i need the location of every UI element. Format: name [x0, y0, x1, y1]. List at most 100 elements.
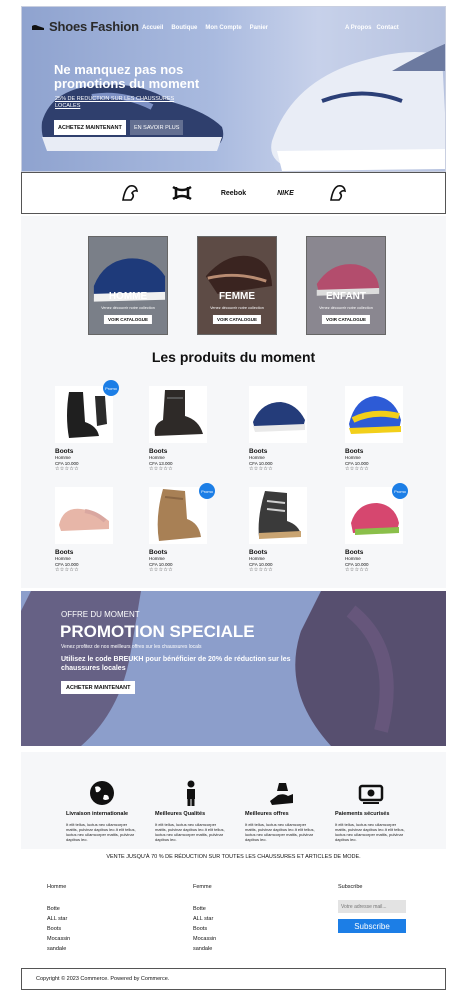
product-card[interactable]: Boots Homme CFA 10.000 ☆☆☆☆☆	[149, 487, 211, 573]
product-rating-stars: ☆☆☆☆☆	[55, 567, 79, 573]
nav-link-a-propos[interactable]: A Propos	[345, 25, 371, 31]
feature-text: It elit tellus, luctus nec ullamcorper m…	[335, 822, 405, 842]
product-name: Boots	[249, 549, 268, 556]
category-card-homme[interactable]: HOMME Venez découvrir notre collection V…	[88, 236, 168, 335]
product-image-black-boot	[55, 386, 113, 443]
promo-badge: Promo	[199, 483, 215, 499]
promo-title: PROMOTION SPECIALE	[60, 622, 255, 641]
nav-link-panier[interactable]: Panier	[250, 25, 268, 31]
product-image-suede-boot	[149, 487, 207, 544]
hero-sneaker-white-image	[271, 43, 445, 171]
footer-link[interactable]: Botte	[193, 904, 216, 914]
footer-link[interactable]: Boots	[47, 924, 70, 934]
feature-livraison: Livraison internationale It elit tellus,…	[66, 779, 138, 842]
footer-link[interactable]: sandale	[193, 944, 216, 954]
brand-logo-reebok[interactable]: Reebok	[217, 181, 251, 205]
nav-link-mon-compte[interactable]: Mon Compte	[205, 25, 241, 31]
footer-heading: Subscribe	[338, 884, 363, 890]
product-image-blue-sneaker	[249, 386, 307, 443]
product-card[interactable]: Boots Homme CFA 10.000 ☆☆☆☆☆	[345, 386, 407, 472]
feature-title: Meilleures Qualités	[155, 811, 206, 817]
product-card[interactable]: Boots Homme CFA 10.000 ☆☆☆☆☆	[55, 487, 117, 573]
category-card-enfant[interactable]: ENFANT Venez découvrir notre collection …	[306, 236, 386, 335]
shoe-logo-icon	[32, 24, 44, 30]
copyright-bar: Copyright © 2023 Commerce. Powered by Co…	[21, 968, 446, 990]
feature-title: Paiements sécurisés	[335, 811, 390, 817]
brand-logo-le-coq-sportif[interactable]	[113, 181, 147, 205]
footer-link[interactable]: Mocassin	[193, 934, 216, 944]
deal-announcement: VENTE JUSQU'À 70 % DE RÉDUCTION SUR TOUT…	[106, 854, 361, 860]
promo-buy-button[interactable]: ACHETER MAINTENANT	[61, 681, 136, 694]
promo-badge: Promo	[392, 483, 408, 499]
logo-text: Shoes Fashion	[49, 19, 139, 34]
feature-title: Meilleures offres	[245, 811, 289, 817]
hand-money-icon	[270, 783, 293, 805]
top-nav: Shoes Fashion Accueil Boutique Mon Compt…	[22, 7, 445, 47]
product-image-pink-shoe	[55, 487, 113, 544]
product-name: Boots	[55, 549, 74, 556]
footer-link[interactable]: Mocassin	[47, 934, 70, 944]
feature-offres: Meilleures offres It elit tellus, luctus…	[245, 779, 317, 842]
promo-kicker: OFFRE DU MOMENT	[61, 610, 140, 619]
category-femme-desc: Venez découvrir notre collection	[210, 306, 264, 310]
nav-link-contact[interactable]: Contact	[376, 25, 398, 31]
category-femme-button[interactable]: VOIR CATALOGUE	[212, 315, 262, 324]
promo-code-text: Utilisez le code BREUKH pour bénéficier …	[61, 656, 291, 672]
feature-text: It elit tellus, luctus nec ullamcorper m…	[155, 822, 225, 842]
footer-link[interactable]: ALL star	[47, 914, 70, 924]
footer-col-femme: Femme Botte ALL star Boots Mocassin sand…	[193, 884, 216, 954]
product-name: Boots	[345, 549, 364, 556]
product-name: Boots	[249, 448, 268, 455]
footer-link[interactable]: Boots	[193, 924, 216, 934]
product-rating-stars: ☆☆☆☆☆	[149, 466, 173, 472]
nav-link-accueil[interactable]: Accueil	[142, 25, 163, 31]
product-name: Boots	[149, 448, 168, 455]
promo-badge: Promo	[103, 380, 119, 396]
products-section-title: Les produits du moment	[151, 349, 316, 365]
product-card[interactable]: Boots Homme CFA 10.000 ☆☆☆☆☆	[249, 487, 311, 573]
hero-more-button[interactable]: EN SAVOIR PLUS	[130, 120, 184, 135]
category-homme-button[interactable]: VOIR CATALOGUE	[103, 315, 153, 324]
rooster-logo-icon	[121, 185, 138, 201]
nav-links: Accueil Boutique Mon Compte Panier	[142, 25, 268, 31]
product-card[interactable]: Boots Homme CFA 10.000 ☆☆☆☆☆	[249, 386, 311, 472]
product-card[interactable]: Boots Homme CFA 13.000 ☆☆☆☆☆	[149, 386, 211, 472]
product-image-leather-boot	[149, 386, 207, 443]
footer-heading: Femme	[193, 884, 212, 890]
subscribe-button[interactable]: Subscribe	[338, 919, 406, 933]
nav-right-links: A Propos Contact	[345, 25, 399, 31]
site-logo[interactable]: Shoes Fashion	[31, 19, 139, 34]
category-homme-desc: Venez découvrir notre collection	[101, 306, 155, 310]
brand-logo-le-coq-sportif-2[interactable]	[321, 181, 355, 205]
subscribe-email-input[interactable]	[338, 900, 406, 913]
hero-banner: Shoes Fashion Accueil Boutique Mon Compt…	[21, 6, 446, 172]
product-card[interactable]: Boots Homme CFA 10.000 ☆☆☆☆☆	[55, 386, 117, 472]
brand-logo-nike[interactable]: NIKE	[269, 181, 303, 205]
reebok-logo-text: Reebok	[220, 189, 247, 197]
category-femme-title: FEMME	[218, 291, 256, 302]
globe-icon	[90, 781, 114, 805]
category-card-femme[interactable]: FEMME Venez découvrir notre collection V…	[197, 236, 277, 335]
feature-text: It elit tellus, luctus nec ullamcorper m…	[245, 822, 315, 842]
footer-link[interactable]: Botte	[47, 904, 70, 914]
footer-heading: Homme	[47, 884, 67, 890]
feature-title: Livraison internationale	[66, 811, 129, 817]
product-image-patterned-boot	[249, 487, 307, 544]
brand-logo-under-armour[interactable]	[165, 181, 199, 205]
product-rating-stars: ☆☆☆☆☆	[149, 567, 173, 573]
footer-link[interactable]: ALL star	[193, 914, 216, 924]
feature-text: It elit tellus, luctus nec ullamcorper m…	[66, 822, 136, 842]
product-card[interactable]: Boots Homme CFA 10.000 ☆☆☆☆☆	[345, 487, 407, 573]
hero-subtitle-link[interactable]: 25% DE REDUCTION SUR LES CHAUSSURES LOCA…	[55, 96, 200, 110]
category-enfant-title: ENFANT	[326, 291, 366, 302]
category-enfant-button[interactable]: VOIR CATALOGUE	[321, 315, 371, 324]
hero-shop-button[interactable]: ACHETEZ MAINTENANT	[54, 120, 126, 135]
product-rating-stars: ☆☆☆☆☆	[249, 466, 273, 472]
category-homme-title: HOMME	[108, 291, 148, 302]
product-rating-stars: ☆☆☆☆☆	[249, 567, 273, 573]
nike-logo-text: NIKE	[277, 189, 294, 197]
product-name: Boots	[55, 448, 74, 455]
product-rating-stars: ☆☆☆☆☆	[345, 466, 369, 472]
footer-link[interactable]: sandale	[47, 944, 70, 954]
nav-link-boutique[interactable]: Boutique	[171, 25, 197, 31]
